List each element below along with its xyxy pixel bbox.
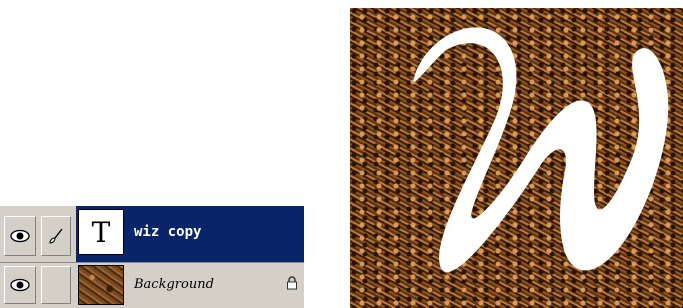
layers-panel: T wiz copy Background xyxy=(0,206,304,308)
layer-row-background[interactable]: Background xyxy=(0,263,304,308)
letter-w-shape xyxy=(413,27,669,273)
brush-icon xyxy=(49,228,63,244)
layer-edit-toggle[interactable] xyxy=(41,216,71,256)
visibility-toggle[interactable] xyxy=(4,216,36,256)
layer-name: Background xyxy=(134,277,214,292)
eye-icon xyxy=(10,229,30,243)
eye-icon xyxy=(10,278,30,292)
layer-row-wiz-copy[interactable]: T wiz copy xyxy=(0,206,304,262)
layer-thumbnail: T xyxy=(78,209,124,255)
lock-icon xyxy=(287,276,297,290)
visibility-toggle[interactable] xyxy=(4,266,36,304)
layer-name: wiz copy xyxy=(134,224,202,240)
text-layer-glyph: T xyxy=(91,215,111,249)
canvas-preview xyxy=(350,8,683,308)
layer-link-toggle[interactable] xyxy=(41,266,71,304)
layer-thumbnail xyxy=(78,265,124,305)
